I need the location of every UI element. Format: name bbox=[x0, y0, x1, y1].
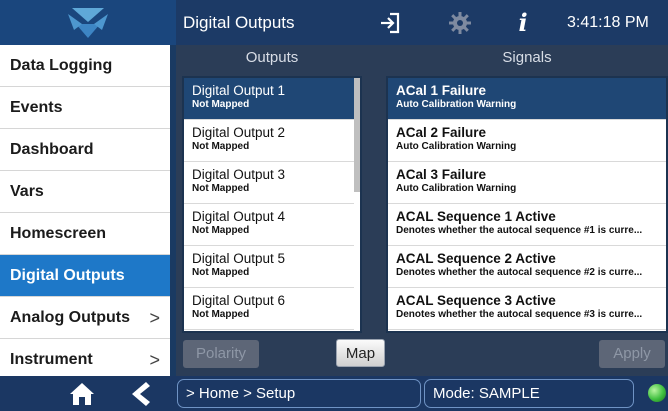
sidebar-item-label: Vars bbox=[10, 183, 44, 200]
output-list-item[interactable]: Digital Output 4 Not Mapped bbox=[184, 204, 354, 246]
sidebar-item-homescreen[interactable]: Homescreen bbox=[0, 213, 170, 255]
signals-list: ACAL Sequence 3 Active Denotes whether th… bbox=[386, 76, 668, 333]
item-title: ACal 1 Failure bbox=[396, 83, 487, 98]
item-subtitle: Auto Calibration Warning bbox=[396, 183, 517, 194]
info-icon: i bbox=[518, 8, 528, 37]
item-title: ACAL Sequence 1 Active bbox=[396, 209, 556, 224]
item-subtitle: Not Mapped bbox=[192, 141, 250, 152]
sidebar-item-analog-outputs[interactable]: Analog Outputs > bbox=[0, 297, 170, 339]
output-list-item[interactable]: Digital Output 3 Not Mapped bbox=[184, 162, 354, 204]
signal-list-item[interactable]: ACal 1 Failure Auto Calibration Warning bbox=[388, 78, 666, 120]
item-title: ACAL Sequence 3 Active bbox=[396, 293, 556, 308]
output-list-item[interactable]: Digital Output 2 Not Mapped bbox=[184, 120, 354, 162]
sidebar-item-data-logging[interactable]: Data Logging bbox=[0, 45, 170, 87]
page-title: Digital Outputs bbox=[183, 13, 295, 32]
signal-list-item[interactable]: ACAL Sequence 1 Active Denotes whether th… bbox=[388, 204, 666, 246]
sidebar-item-label: Instrument bbox=[10, 351, 93, 368]
item-subtitle: Not Mapped bbox=[192, 267, 250, 278]
breadcrumb: > Home > Setup bbox=[177, 379, 421, 408]
signal-list-item[interactable]: ACAL Sequence 2 Active Denotes whether th… bbox=[388, 246, 666, 288]
item-title: Digital Output 4 bbox=[192, 209, 286, 224]
outputs-header: Outputs bbox=[245, 49, 299, 66]
clock: 3:41:18 PM bbox=[567, 14, 649, 31]
output-list-item[interactable]: Digital Output 6 Not Mapped bbox=[184, 288, 354, 330]
sidebar-item-digital-outputs[interactable]: Digital Outputs bbox=[0, 255, 170, 297]
sidebar-item-events[interactable]: Events bbox=[0, 87, 170, 129]
sidebar-item-label: Data Logging bbox=[10, 57, 113, 74]
sidebar-item-instrument[interactable]: Instrument > bbox=[0, 339, 170, 376]
signal-list-item[interactable]: ACal 2 Failure Auto Calibration Warning bbox=[388, 120, 666, 162]
item-title: ACal 3 Failure bbox=[396, 167, 487, 182]
signal-list-item[interactable]: ACAL Sequence 3 Active Denotes whether th… bbox=[388, 288, 666, 330]
signals-header: Signals bbox=[502, 49, 552, 66]
map-button[interactable]: Map bbox=[336, 339, 385, 367]
logo-icon bbox=[68, 7, 108, 38]
sidebar-item-label: Homescreen bbox=[10, 225, 107, 242]
home-icon bbox=[70, 382, 94, 405]
item-subtitle: Auto Calibration Warning bbox=[396, 141, 517, 152]
apply-button[interactable]: Apply bbox=[599, 340, 665, 368]
polarity-button[interactable]: Polarity bbox=[183, 340, 259, 368]
mode-indicator: Mode: SAMPLE bbox=[424, 379, 634, 408]
item-subtitle: Denotes whether the autocal sequence #3 … bbox=[396, 309, 643, 320]
sign-in-button[interactable] bbox=[375, 0, 405, 45]
item-title: ACal 2 Failure bbox=[396, 125, 487, 140]
sidebar-item-label: Analog Outputs bbox=[10, 309, 130, 326]
bottom-bar: > Home > Setup Mode: SAMPLE bbox=[0, 376, 668, 411]
item-title: Digital Output 6 bbox=[192, 293, 286, 308]
chevron-left-icon bbox=[132, 381, 150, 406]
item-subtitle: Not Mapped bbox=[192, 225, 250, 236]
output-list-item[interactable]: Digital Output 5 Not Mapped bbox=[184, 246, 354, 288]
signal-list-item[interactable]: ACal 3 Failure Auto Calibration Warning bbox=[388, 162, 666, 204]
top-bar: Digital Outputs i 3:41:18 PM bbox=[0, 0, 668, 45]
sidebar: Data Logging Events Dashboard Vars Homescree… bbox=[0, 45, 176, 376]
home-button[interactable] bbox=[66, 376, 98, 411]
main-panel: Outputs Signals Digital Output 6 Not Mapp… bbox=[176, 45, 668, 376]
logo bbox=[0, 0, 176, 45]
item-title: Digital Output 5 bbox=[192, 251, 286, 266]
item-title: Digital Output 2 bbox=[192, 125, 286, 140]
item-subtitle: Auto Calibration Warning bbox=[396, 99, 517, 110]
item-title: Digital Output 3 bbox=[192, 167, 286, 182]
sidebar-item-label: Events bbox=[10, 99, 63, 116]
chevron-right-icon: > bbox=[149, 308, 160, 328]
item-subtitle: Not Mapped bbox=[192, 183, 250, 194]
back-button[interactable] bbox=[126, 376, 154, 411]
item-subtitle: Not Mapped bbox=[192, 99, 250, 110]
outputs-list: Digital Output 6 Not Mapped Digital Output… bbox=[182, 76, 362, 333]
sidebar-item-vars[interactable]: Vars bbox=[0, 171, 170, 213]
info-button[interactable]: i bbox=[510, 0, 536, 45]
item-subtitle: Denotes whether the autocal sequence #1 … bbox=[396, 225, 643, 236]
item-subtitle: Denotes whether the autocal sequence #2 … bbox=[396, 267, 643, 278]
chevron-right-icon: > bbox=[149, 350, 160, 370]
settings-button[interactable] bbox=[445, 0, 475, 45]
item-title: ACAL Sequence 2 Active bbox=[396, 251, 556, 266]
outputs-scrollbar[interactable] bbox=[354, 78, 360, 192]
sidebar-item-label: Dashboard bbox=[10, 141, 94, 158]
item-title: Digital Output 1 bbox=[192, 83, 286, 98]
status-led-icon bbox=[648, 384, 666, 402]
item-subtitle: Not Mapped bbox=[192, 309, 250, 320]
sign-in-icon bbox=[381, 12, 400, 33]
sidebar-item-dashboard[interactable]: Dashboard bbox=[0, 129, 170, 171]
gear-icon bbox=[449, 11, 471, 34]
output-list-item[interactable]: Digital Output 1 Not Mapped bbox=[184, 78, 354, 120]
sidebar-item-label: Digital Outputs bbox=[10, 267, 125, 284]
